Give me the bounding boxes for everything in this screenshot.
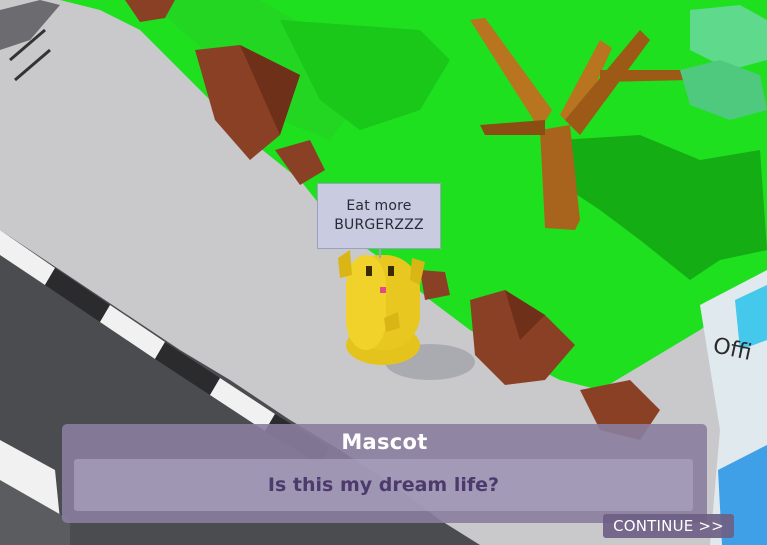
dialog-line: Is this my dream life?	[267, 474, 500, 496]
sign-line-2: BURGERZZZ	[334, 217, 424, 233]
burger-sign: Eat more BURGERZZZ	[317, 183, 441, 249]
speaker-name: Mascot	[341, 430, 428, 454]
dialog-line-box: Is this my dream life?	[74, 459, 693, 511]
dialog-box: Mascot Is this my dream life?	[62, 424, 707, 523]
sign-line-1: Eat more	[346, 198, 412, 214]
continue-button[interactable]: CONTINUE >>	[603, 514, 734, 538]
